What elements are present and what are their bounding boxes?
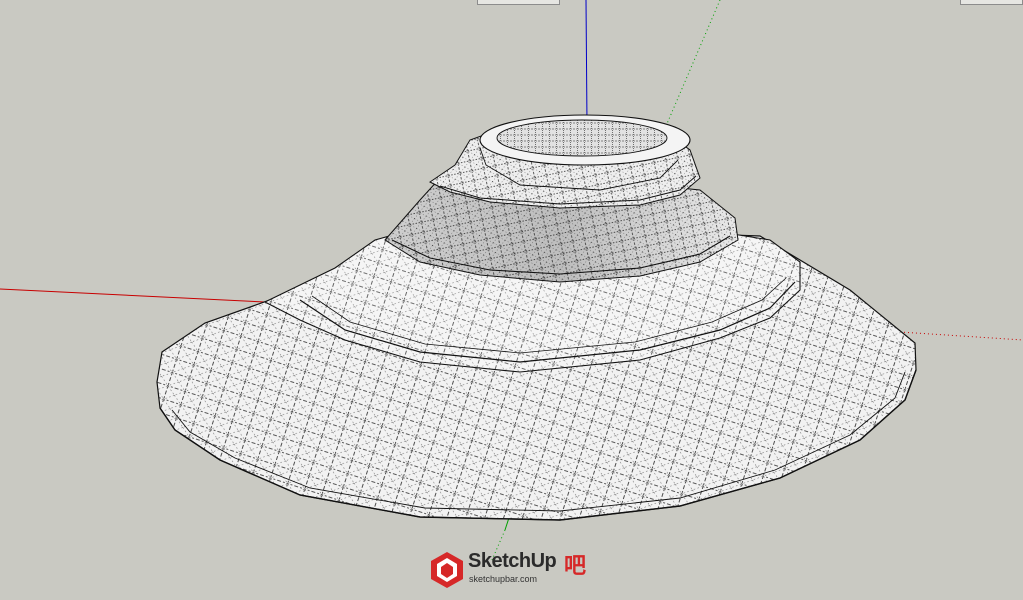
model-viewport[interactable]: [0, 0, 1023, 600]
red-axis-solid: [0, 288, 266, 303]
watermark-title: SketchUp: [468, 550, 557, 572]
top-lip-mesh: [497, 120, 667, 156]
watermark: SketchUp 吧 sketchupbar.com: [428, 548, 598, 590]
red-axis-dotted: [899, 331, 1023, 341]
toolbar-panel-stub-left: [477, 0, 560, 5]
blue-axis: [585, 0, 588, 126]
watermark-suffix: 吧: [564, 553, 587, 578]
sketchup-logo-icon: [431, 552, 463, 588]
toolbar-panel-stub-right: [960, 0, 1023, 5]
green-axis-dotted: [659, 0, 721, 141]
watermark-url: sketchupbar.com: [469, 574, 538, 584]
